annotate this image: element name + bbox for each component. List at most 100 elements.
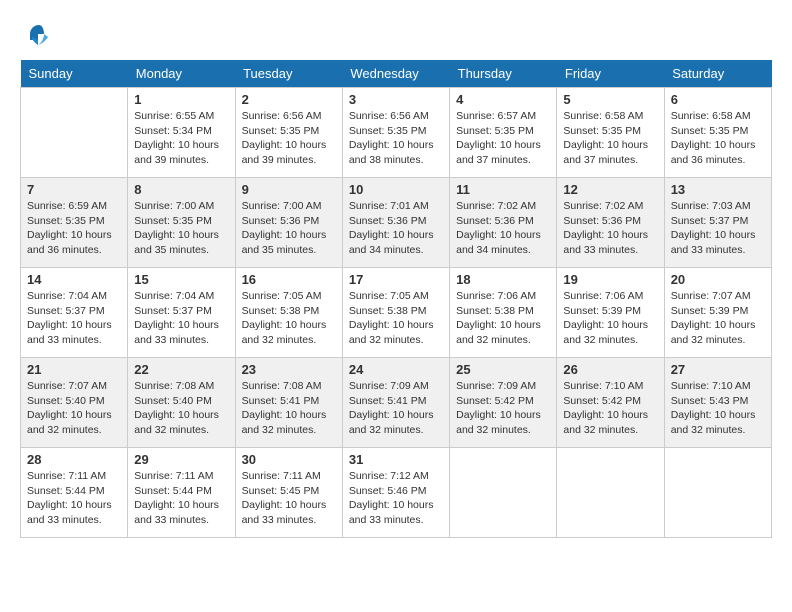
header-row: SundayMondayTuesdayWednesdayThursdayFrid… [21, 60, 772, 88]
day-cell: 1Sunrise: 6:55 AMSunset: 5:34 PMDaylight… [128, 88, 235, 178]
day-info: Sunrise: 7:08 AMSunset: 5:40 PMDaylight:… [134, 379, 228, 438]
day-info: Sunrise: 7:07 AMSunset: 5:39 PMDaylight:… [671, 289, 765, 348]
day-number: 23 [242, 362, 336, 377]
day-info: Sunrise: 7:09 AMSunset: 5:41 PMDaylight:… [349, 379, 443, 438]
logo [20, 20, 54, 50]
day-cell: 21 Sunrise: 7:07 AMSunset: 5:40 PMDayligh… [21, 358, 128, 448]
day-info: Sunrise: 7:03 AMSunset: 5:37 PMDaylight:… [671, 199, 765, 258]
day-number: 28 [27, 452, 121, 467]
day-cell: 3Sunrise: 6:56 AMSunset: 5:35 PMDaylight… [342, 88, 449, 178]
day-cell: 28 Sunrise: 7:11 AMSunset: 5:44 PMDayligh… [21, 448, 128, 538]
day-number: 10 [349, 182, 443, 197]
day-number: 30 [242, 452, 336, 467]
day-number: 13 [671, 182, 765, 197]
day-info: Sunrise: 7:01 AMSunset: 5:36 PMDaylight:… [349, 199, 443, 258]
day-cell: 5Sunrise: 6:58 AMSunset: 5:35 PMDaylight… [557, 88, 664, 178]
day-info: Sunrise: 6:56 AMSunset: 5:35 PMDaylight:… [349, 109, 443, 168]
day-info: Sunrise: 7:02 AMSunset: 5:36 PMDaylight:… [563, 199, 657, 258]
day-info: Sunrise: 7:08 AMSunset: 5:41 PMDaylight:… [242, 379, 336, 438]
day-cell: 11 Sunrise: 7:02 AMSunset: 5:36 PMDayligh… [450, 178, 557, 268]
day-number: 29 [134, 452, 228, 467]
week-row-5: 28 Sunrise: 7:11 AMSunset: 5:44 PMDayligh… [21, 448, 772, 538]
day-cell: 17 Sunrise: 7:05 AMSunset: 5:38 PMDayligh… [342, 268, 449, 358]
day-cell [450, 448, 557, 538]
day-number: 31 [349, 452, 443, 467]
day-cell: 16 Sunrise: 7:05 AMSunset: 5:38 PMDayligh… [235, 268, 342, 358]
header-day-friday: Friday [557, 60, 664, 88]
day-number: 19 [563, 272, 657, 287]
day-cell: 15 Sunrise: 7:04 AMSunset: 5:37 PMDayligh… [128, 268, 235, 358]
calendar-table: SundayMondayTuesdayWednesdayThursdayFrid… [20, 60, 772, 538]
header-day-monday: Monday [128, 60, 235, 88]
day-info: Sunrise: 7:12 AMSunset: 5:46 PMDaylight:… [349, 469, 443, 528]
day-cell: 24 Sunrise: 7:09 AMSunset: 5:41 PMDayligh… [342, 358, 449, 448]
day-number: 1 [134, 92, 228, 107]
day-info: Sunrise: 6:58 AMSunset: 5:35 PMDaylight:… [671, 109, 765, 168]
day-info: Sunrise: 7:10 AMSunset: 5:42 PMDaylight:… [563, 379, 657, 438]
day-number: 26 [563, 362, 657, 377]
day-number: 18 [456, 272, 550, 287]
header-day-thursday: Thursday [450, 60, 557, 88]
day-cell [21, 88, 128, 178]
day-info: Sunrise: 7:04 AMSunset: 5:37 PMDaylight:… [134, 289, 228, 348]
day-cell: 20 Sunrise: 7:07 AMSunset: 5:39 PMDayligh… [664, 268, 771, 358]
day-info: Sunrise: 7:11 AMSunset: 5:44 PMDaylight:… [134, 469, 228, 528]
page-header [20, 20, 772, 50]
day-cell: 26 Sunrise: 7:10 AMSunset: 5:42 PMDayligh… [557, 358, 664, 448]
header-day-wednesday: Wednesday [342, 60, 449, 88]
day-cell: 13 Sunrise: 7:03 AMSunset: 5:37 PMDayligh… [664, 178, 771, 268]
day-number: 16 [242, 272, 336, 287]
day-info: Sunrise: 7:06 AMSunset: 5:39 PMDaylight:… [563, 289, 657, 348]
day-info: Sunrise: 7:06 AMSunset: 5:38 PMDaylight:… [456, 289, 550, 348]
day-info: Sunrise: 6:56 AMSunset: 5:35 PMDaylight:… [242, 109, 336, 168]
day-number: 11 [456, 182, 550, 197]
day-number: 7 [27, 182, 121, 197]
day-info: Sunrise: 7:10 AMSunset: 5:43 PMDaylight:… [671, 379, 765, 438]
day-info: Sunrise: 7:09 AMSunset: 5:42 PMDaylight:… [456, 379, 550, 438]
day-number: 21 [27, 362, 121, 377]
day-info: Sunrise: 7:00 AMSunset: 5:35 PMDaylight:… [134, 199, 228, 258]
day-number: 17 [349, 272, 443, 287]
day-number: 24 [349, 362, 443, 377]
day-cell: 19 Sunrise: 7:06 AMSunset: 5:39 PMDayligh… [557, 268, 664, 358]
day-number: 15 [134, 272, 228, 287]
day-cell [557, 448, 664, 538]
day-info: Sunrise: 6:58 AMSunset: 5:35 PMDaylight:… [563, 109, 657, 168]
day-cell: 4Sunrise: 6:57 AMSunset: 5:35 PMDaylight… [450, 88, 557, 178]
day-cell: 23 Sunrise: 7:08 AMSunset: 5:41 PMDayligh… [235, 358, 342, 448]
day-info: Sunrise: 7:00 AMSunset: 5:36 PMDaylight:… [242, 199, 336, 258]
header-day-sunday: Sunday [21, 60, 128, 88]
day-number: 12 [563, 182, 657, 197]
day-cell: 8 Sunrise: 7:00 AMSunset: 5:35 PMDaylight… [128, 178, 235, 268]
day-info: Sunrise: 7:07 AMSunset: 5:40 PMDaylight:… [27, 379, 121, 438]
header-day-saturday: Saturday [664, 60, 771, 88]
day-number: 9 [242, 182, 336, 197]
day-number: 14 [27, 272, 121, 287]
week-row-3: 14 Sunrise: 7:04 AMSunset: 5:37 PMDayligh… [21, 268, 772, 358]
day-number: 22 [134, 362, 228, 377]
day-info: Sunrise: 7:02 AMSunset: 5:36 PMDaylight:… [456, 199, 550, 258]
day-info: Sunrise: 7:11 AMSunset: 5:44 PMDaylight:… [27, 469, 121, 528]
day-info: Sunrise: 7:05 AMSunset: 5:38 PMDaylight:… [242, 289, 336, 348]
day-number: 20 [671, 272, 765, 287]
day-info: Sunrise: 7:11 AMSunset: 5:45 PMDaylight:… [242, 469, 336, 528]
day-cell: 10 Sunrise: 7:01 AMSunset: 5:36 PMDayligh… [342, 178, 449, 268]
day-cell: 27Sunrise: 7:10 AMSunset: 5:43 PMDayligh… [664, 358, 771, 448]
day-info: Sunrise: 6:57 AMSunset: 5:35 PMDaylight:… [456, 109, 550, 168]
day-number: 2 [242, 92, 336, 107]
day-number: 25 [456, 362, 550, 377]
day-cell [664, 448, 771, 538]
day-cell: 12 Sunrise: 7:02 AMSunset: 5:36 PMDayligh… [557, 178, 664, 268]
day-cell: 18 Sunrise: 7:06 AMSunset: 5:38 PMDayligh… [450, 268, 557, 358]
day-cell: 6Sunrise: 6:58 AMSunset: 5:35 PMDaylight… [664, 88, 771, 178]
day-number: 8 [134, 182, 228, 197]
day-cell: 30 Sunrise: 7:11 AMSunset: 5:45 PMDayligh… [235, 448, 342, 538]
day-cell: 2 Sunrise: 6:56 AMSunset: 5:35 PMDaylight… [235, 88, 342, 178]
week-row-4: 21 Sunrise: 7:07 AMSunset: 5:40 PMDayligh… [21, 358, 772, 448]
day-cell: 7Sunrise: 6:59 AMSunset: 5:35 PMDaylight… [21, 178, 128, 268]
day-cell: 31 Sunrise: 7:12 AMSunset: 5:46 PMDayligh… [342, 448, 449, 538]
day-info: Sunrise: 7:04 AMSunset: 5:37 PMDaylight:… [27, 289, 121, 348]
day-cell: 29 Sunrise: 7:11 AMSunset: 5:44 PMDayligh… [128, 448, 235, 538]
day-info: Sunrise: 7:05 AMSunset: 5:38 PMDaylight:… [349, 289, 443, 348]
header-day-tuesday: Tuesday [235, 60, 342, 88]
